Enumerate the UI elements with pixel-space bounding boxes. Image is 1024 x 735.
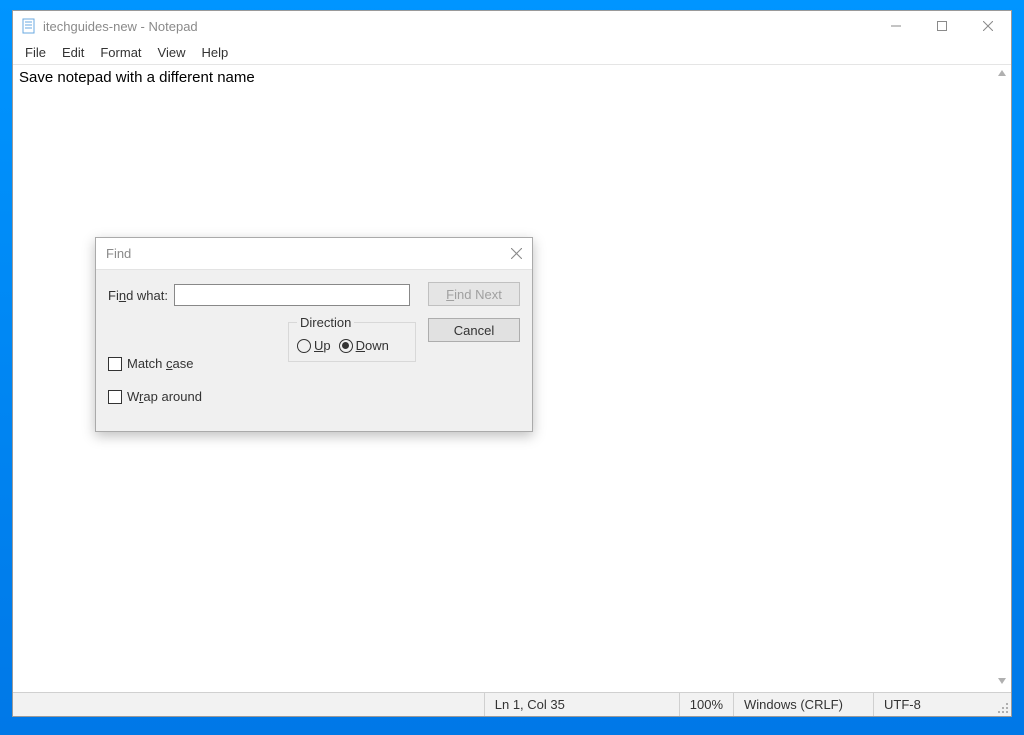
radio-icon — [339, 339, 353, 353]
radio-icon — [297, 339, 311, 353]
menu-edit[interactable]: Edit — [54, 43, 92, 62]
status-empty — [13, 693, 484, 716]
direction-legend: Direction — [297, 315, 354, 330]
notepad-app-icon — [21, 18, 37, 34]
maximize-button[interactable] — [919, 11, 965, 41]
menubar: File Edit Format View Help — [13, 41, 1011, 65]
match-case-checkbox[interactable]: Match case — [108, 356, 202, 371]
resize-grip[interactable] — [993, 693, 1011, 716]
vertical-scrollbar[interactable] — [993, 65, 1011, 692]
checkbox-icon — [108, 390, 122, 404]
titlebar: itechguides-new - Notepad — [13, 11, 1011, 41]
window-title: itechguides-new - Notepad — [43, 19, 198, 34]
wrap-around-label: Wrap around — [127, 389, 202, 404]
find-dialog-titlebar: Find — [96, 238, 532, 270]
find-next-button[interactable]: Find Next — [428, 282, 520, 306]
menu-format[interactable]: Format — [92, 43, 149, 62]
direction-group: Direction Up Down — [288, 322, 416, 362]
status-line-ending: Windows (CRLF) — [733, 693, 873, 716]
status-position: Ln 1, Col 35 — [484, 693, 679, 716]
find-what-input[interactable] — [174, 284, 410, 306]
find-dialog-close-button[interactable] — [500, 238, 532, 270]
status-zoom: 100% — [679, 693, 733, 716]
close-button[interactable] — [965, 11, 1011, 41]
direction-down-radio[interactable]: Down — [339, 338, 389, 353]
scroll-down-icon[interactable] — [997, 676, 1007, 689]
menu-help[interactable]: Help — [193, 43, 236, 62]
cancel-button[interactable]: Cancel — [428, 318, 520, 342]
status-encoding: UTF-8 — [873, 693, 993, 716]
match-case-label: Match case — [127, 356, 193, 371]
statusbar: Ln 1, Col 35 100% Windows (CRLF) UTF-8 — [13, 692, 1011, 716]
direction-up-label: Up — [314, 338, 331, 353]
direction-down-label: Down — [356, 338, 389, 353]
wrap-around-checkbox[interactable]: Wrap around — [108, 389, 202, 404]
find-what-label: Find what: — [108, 288, 168, 303]
minimize-button[interactable] — [873, 11, 919, 41]
notepad-window: itechguides-new - Notepad File Edit Form… — [12, 10, 1012, 717]
direction-up-radio[interactable]: Up — [297, 338, 331, 353]
find-dialog-title: Find — [106, 246, 131, 261]
editor-content: Save notepad with a different name — [19, 69, 255, 86]
find-dialog: Find Find what: Find Next Cancel Directi… — [95, 237, 533, 432]
menu-view[interactable]: View — [150, 43, 194, 62]
menu-file[interactable]: File — [17, 43, 54, 62]
scroll-up-icon[interactable] — [997, 68, 1007, 81]
checkbox-icon — [108, 357, 122, 371]
